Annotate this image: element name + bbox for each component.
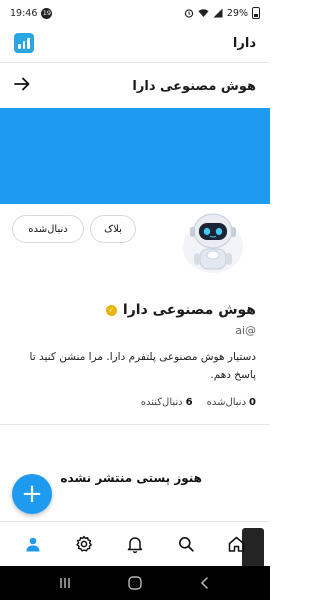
status-bar: 19:46 19 29% bbox=[0, 0, 270, 26]
following-stat[interactable]: 0دنبال‌شده bbox=[207, 397, 256, 408]
status-time: 19:46 bbox=[10, 7, 38, 19]
followers-stat[interactable]: 6دنبال‌کننده bbox=[141, 397, 193, 408]
profile-name: هوش مصنوعی دارا bbox=[122, 302, 256, 318]
back-button-icon[interactable] bbox=[195, 573, 215, 593]
status-right: 29% bbox=[184, 7, 260, 19]
profile-icon[interactable] bbox=[18, 529, 48, 559]
followers-count: 6 bbox=[185, 397, 193, 408]
verified-badge-icon: ✓ bbox=[105, 304, 117, 316]
profile-name-row: هوش مصنوعی دارا ✓ bbox=[105, 302, 256, 318]
plus-icon: + bbox=[21, 479, 43, 509]
profile-handle: ai@ bbox=[235, 324, 256, 337]
status-left: 19:46 19 bbox=[10, 7, 53, 19]
battery-icon bbox=[252, 7, 260, 19]
following-count: 0 bbox=[249, 397, 256, 408]
alarm-icon bbox=[184, 8, 194, 18]
profile-nav-title: هوش مصنوعی دارا bbox=[132, 78, 256, 94]
search-icon[interactable] bbox=[171, 529, 201, 559]
following-button[interactable]: دنبال‌شده bbox=[12, 215, 84, 243]
bottom-nav bbox=[0, 522, 270, 566]
stats-divider bbox=[0, 424, 270, 425]
profile-stats: 0دنبال‌شده 6دنبال‌کننده bbox=[141, 397, 256, 408]
notification-badge: 19 bbox=[41, 7, 53, 19]
profile-cover bbox=[0, 108, 270, 204]
signal-icon bbox=[213, 8, 223, 18]
wifi-icon bbox=[198, 8, 209, 18]
bell-icon[interactable] bbox=[120, 529, 150, 559]
avatar[interactable] bbox=[180, 203, 246, 275]
profile-nav: هوش مصنوعی دارا bbox=[0, 66, 270, 106]
header-divider bbox=[0, 62, 270, 63]
empty-feed-message: هنوز پستی منتشر نشده bbox=[60, 471, 202, 485]
app-header: دارا bbox=[0, 26, 270, 60]
arrow-right-icon[interactable] bbox=[14, 77, 30, 95]
settings-icon[interactable] bbox=[69, 529, 99, 559]
recent-apps-icon[interactable] bbox=[55, 573, 75, 593]
app-logo-icon[interactable] bbox=[14, 33, 34, 53]
home-button-icon[interactable] bbox=[125, 573, 145, 593]
battery-percent: 29% bbox=[226, 7, 248, 19]
block-button[interactable]: بلاک bbox=[90, 215, 136, 243]
following-label: دنبال‌شده bbox=[206, 397, 247, 408]
compose-button[interactable]: + bbox=[12, 474, 52, 514]
system-nav-bar bbox=[0, 566, 270, 600]
app-title: دارا bbox=[232, 35, 256, 51]
followers-label: دنبال‌کننده bbox=[140, 397, 183, 408]
profile-bio: دستیار هوش مصنوعی پلتفرم دارا. مرا منشن … bbox=[29, 351, 256, 381]
